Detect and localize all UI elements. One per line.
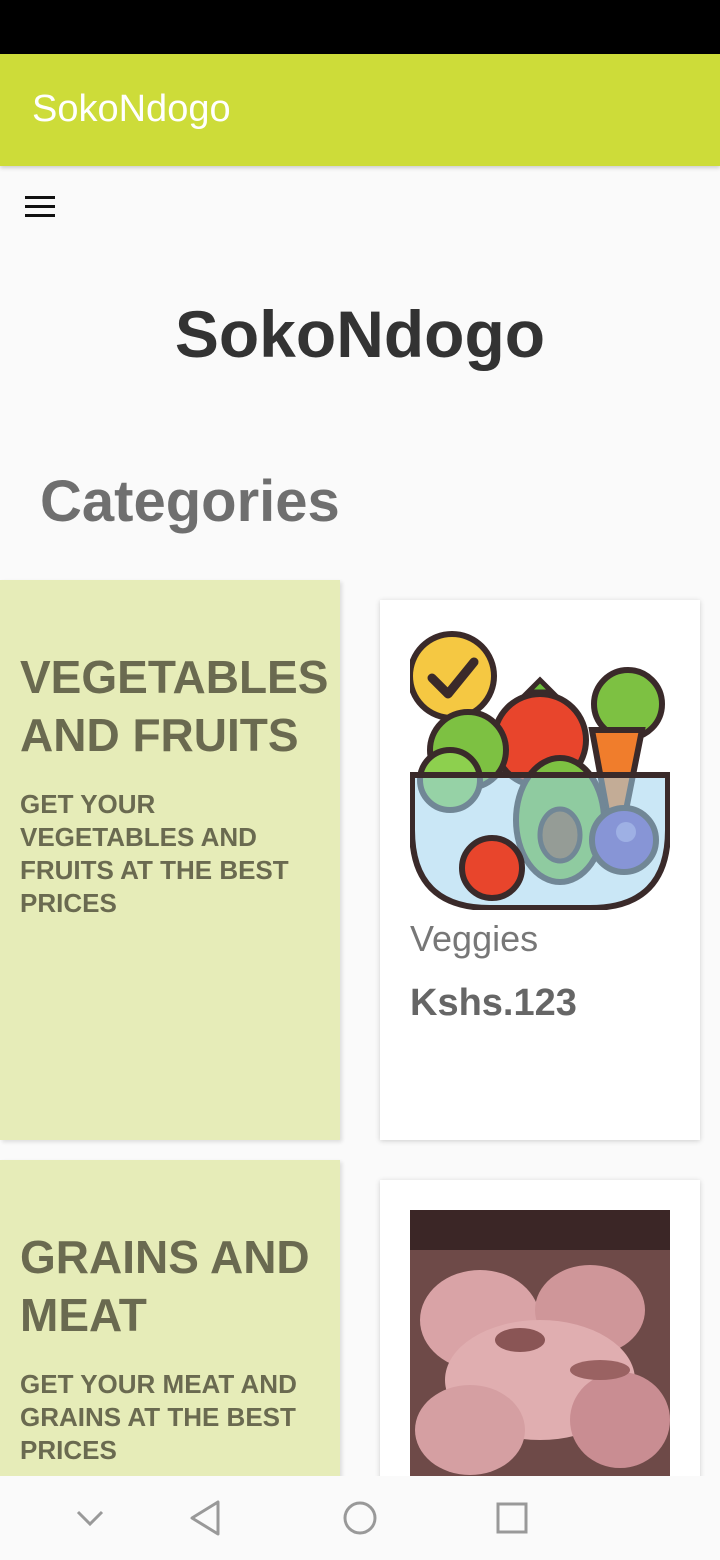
hero-title: SokoNdogo	[174, 297, 546, 371]
product-card-meat[interactable]	[380, 1180, 700, 1490]
category-subtitle: GET YOUR VEGETABLES AND FRUITS AT THE BE…	[20, 789, 289, 918]
hamburger-menu-icon[interactable]	[20, 186, 60, 226]
category-subtitle: GET YOUR MEAT AND GRAINS AT THE BEST PRI…	[20, 1369, 297, 1465]
back-triangle-icon[interactable]	[184, 1496, 228, 1540]
raw-chicken-photo	[410, 1210, 670, 1490]
category-heading: VEGETABLES AND FRUITS	[20, 651, 329, 761]
product-name: Veggies	[410, 918, 539, 959]
app-bar-title: SokoNdogo	[32, 88, 231, 130]
category-panel-vegetables[interactable]: VEGETABLES AND FRUITS GET YOUR VEGETABLE…	[0, 580, 340, 1140]
home-circle-icon[interactable]	[338, 1496, 382, 1540]
section-title: Categories	[40, 469, 340, 534]
recents-square-icon[interactable]	[490, 1496, 534, 1540]
system-nav-bar	[0, 1476, 720, 1560]
category-heading: GRAINS AND MEAT	[20, 1231, 310, 1341]
product-price: Kshs.123	[410, 982, 577, 1024]
category-panel-grains-meat[interactable]: GRAINS AND MEAT GET YOUR MEAT AND GRAINS…	[0, 1160, 340, 1490]
vegetable-basket-image	[410, 631, 670, 910]
status-bar	[0, 0, 720, 54]
chevron-down-icon[interactable]	[68, 1496, 112, 1540]
product-card-veggies[interactable]: Veggies Kshs.123	[380, 600, 700, 1140]
app-bar: SokoNdogo	[0, 54, 720, 166]
